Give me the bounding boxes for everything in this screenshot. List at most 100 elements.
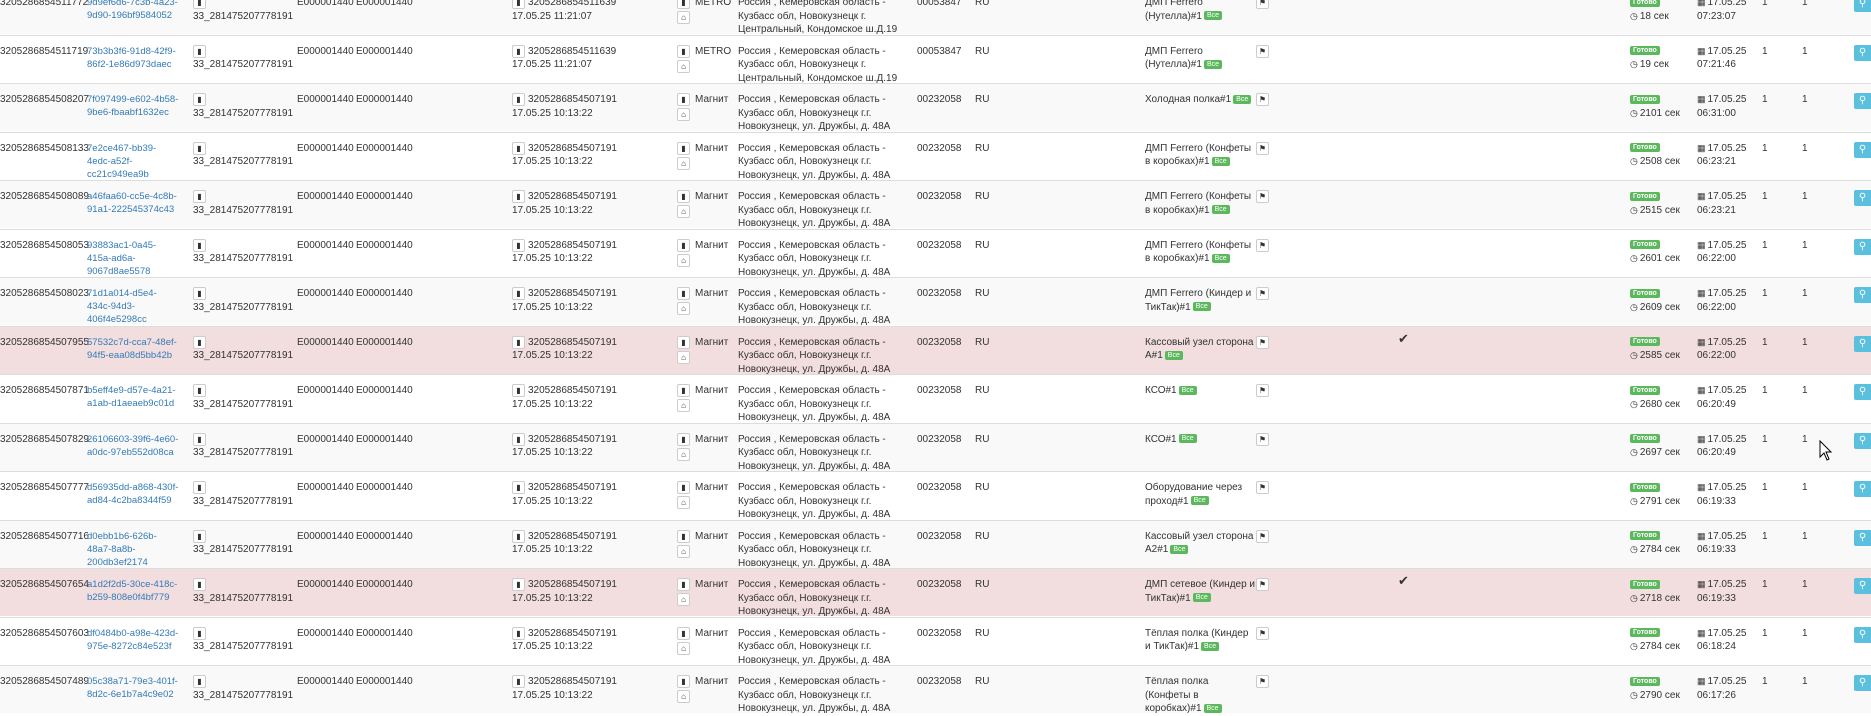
- document-icon[interactable]: ▮: [193, 238, 206, 252]
- home-icon[interactable]: ⌂: [677, 205, 690, 218]
- document-icon[interactable]: ▮: [512, 481, 525, 494]
- document-icon[interactable]: ▮: [193, 190, 206, 203]
- table-row[interactable]: 3205286854508089 a46faa60-cc5e-4c8b-91a1…: [0, 180, 1871, 229]
- document-icon[interactable]: ▮: [512, 384, 525, 397]
- document-icon[interactable]: ▮: [193, 675, 206, 688]
- guid-link[interactable]: 71d1a014-d5e4-434c-94d3-406f4e5298cc: [87, 287, 179, 326]
- document-icon[interactable]: ▮: [512, 141, 525, 155]
- view-button[interactable]: ⚲: [1854, 335, 1871, 352]
- flag-icon[interactable]: ⚑: [1256, 675, 1269, 688]
- document-icon[interactable]: ▮: [677, 190, 690, 203]
- flag-icon[interactable]: ⚑: [1256, 190, 1269, 203]
- view-button[interactable]: ⚲: [1854, 287, 1871, 303]
- table-row[interactable]: 3205286854507871 b5eff4e9-d57e-4a21-a1ab…: [0, 374, 1871, 423]
- flag-icon[interactable]: ⚑: [1256, 432, 1269, 446]
- guid-link[interactable]: b5eff4e9-d57e-4a21-a1ab-d1aeaeb9c01d: [87, 384, 179, 410]
- search-icon[interactable]: ⚲: [1854, 141, 1871, 158]
- document-icon[interactable]: ▮: [193, 335, 206, 349]
- search-icon[interactable]: ⚲: [1854, 432, 1871, 449]
- table-row[interactable]: 3205286854507777 d56935dd-a868-430f-ad84…: [0, 471, 1871, 520]
- guid-link[interactable]: df0484b0-a98e-423d-975e-8272c84e523f: [87, 627, 179, 653]
- home-icon[interactable]: ⌂: [677, 690, 690, 703]
- home-icon[interactable]: ⌂: [677, 447, 690, 461]
- document-icon[interactable]: ▮: [193, 0, 206, 9]
- table-row[interactable]: 3205286854507829 26106603-39f6-4e60-a0dc…: [0, 422, 1871, 472]
- guid-link[interactable]: d0ebb1b6-626b-48a7-8a8b-200db3ef2174: [87, 530, 179, 569]
- home-icon[interactable]: ⌂: [677, 59, 690, 73]
- document-icon[interactable]: ▮: [677, 578, 690, 591]
- document-icon[interactable]: ▮: [677, 93, 690, 106]
- view-button[interactable]: ⚲: [1854, 93, 1871, 109]
- flag-icon[interactable]: ⚑: [1256, 529, 1269, 543]
- view-button[interactable]: ⚲: [1854, 0, 1871, 12]
- document-icon[interactable]: ▮: [193, 93, 206, 106]
- document-icon[interactable]: ▮: [677, 335, 690, 349]
- search-icon[interactable]: ⚲: [1854, 190, 1871, 206]
- flag-icon[interactable]: ⚑: [1256, 287, 1269, 300]
- table-row[interactable]: 3205286854507489 05c38a71-79e3-401f-8d2c…: [0, 665, 1871, 714]
- document-icon[interactable]: ▮: [677, 675, 690, 688]
- view-button[interactable]: ⚲: [1854, 529, 1871, 546]
- home-icon[interactable]: ⌂: [677, 302, 690, 315]
- search-icon[interactable]: ⚲: [1854, 481, 1871, 497]
- home-icon[interactable]: ⌂: [677, 253, 690, 267]
- search-icon[interactable]: ⚲: [1854, 384, 1871, 400]
- flag-icon[interactable]: ⚑: [1256, 93, 1269, 106]
- flag-icon[interactable]: ⚑: [1256, 335, 1269, 349]
- document-icon[interactable]: ▮: [677, 626, 690, 640]
- table-row[interactable]: 3205286854508023 71d1a014-d5e4-434c-94d3…: [0, 277, 1871, 326]
- guid-link[interactable]: 57532c7d-cca7-48ef-94f5-eaa08d5bb42b: [87, 336, 179, 362]
- document-icon[interactable]: ▮: [512, 287, 525, 300]
- document-icon[interactable]: ▮: [193, 384, 206, 397]
- document-icon[interactable]: ▮: [512, 335, 525, 349]
- search-icon[interactable]: ⚲: [1854, 0, 1871, 12]
- guid-link[interactable]: 9d9ef6d6-7c3b-4a23-9d90-196bf9584052: [87, 0, 179, 22]
- document-icon[interactable]: ▮: [677, 481, 690, 494]
- search-icon[interactable]: ⚲: [1854, 578, 1871, 594]
- search-icon[interactable]: ⚲: [1854, 238, 1871, 255]
- table-row[interactable]: 3205286854507955 57532c7d-cca7-48ef-94f5…: [0, 325, 1871, 375]
- flag-icon[interactable]: ⚑: [1256, 578, 1269, 591]
- guid-link[interactable]: 26106603-39f6-4e60-a0dc-97eb552d08ca: [87, 433, 179, 459]
- guid-link[interactable]: a46faa60-cc5e-4c8b-91a1-222545374c43: [87, 190, 179, 216]
- search-icon[interactable]: ⚲: [1854, 287, 1871, 303]
- table-row[interactable]: 3205286854511772 9d9ef6d6-7c3b-4a23-9d90…: [0, 0, 1871, 35]
- view-button[interactable]: ⚲: [1854, 384, 1871, 400]
- view-button[interactable]: ⚲: [1854, 481, 1871, 497]
- table-row[interactable]: 3205286854507716 d0ebb1b6-626b-48a7-8a8b…: [0, 519, 1871, 569]
- flag-icon[interactable]: ⚑: [1256, 0, 1269, 9]
- table-row[interactable]: 3205286854508053 93883ac1-0a45-415a-ad6a…: [0, 228, 1871, 278]
- search-icon[interactable]: ⚲: [1854, 529, 1871, 546]
- search-icon[interactable]: ⚲: [1854, 335, 1871, 352]
- document-icon[interactable]: ▮: [677, 44, 690, 58]
- home-icon[interactable]: ⌂: [677, 350, 690, 364]
- document-icon[interactable]: ▮: [512, 44, 525, 58]
- document-icon[interactable]: ▮: [193, 626, 206, 640]
- home-icon[interactable]: ⌂: [677, 108, 690, 121]
- home-icon[interactable]: ⌂: [677, 641, 690, 655]
- guid-link[interactable]: 73b3b3f6-91d8-42f9-86f2-1e86d973daec: [87, 45, 179, 71]
- view-button[interactable]: ⚲: [1854, 675, 1871, 691]
- flag-icon[interactable]: ⚑: [1256, 141, 1269, 155]
- document-icon[interactable]: ▮: [193, 141, 206, 155]
- view-button[interactable]: ⚲: [1854, 238, 1871, 255]
- document-icon[interactable]: ▮: [512, 93, 525, 106]
- document-icon[interactable]: ▮: [677, 432, 690, 446]
- table-row[interactable]: 3205286854507654 a1d2f2d5-30ce-418c-b259…: [0, 568, 1871, 617]
- document-icon[interactable]: ▮: [677, 0, 690, 9]
- document-icon[interactable]: ▮: [512, 626, 525, 640]
- table-row[interactable]: 3205286854508207 7f097499-e602-4b58-9be6…: [0, 83, 1871, 132]
- document-icon[interactable]: ▮: [193, 481, 206, 494]
- guid-link[interactable]: 93883ac1-0a45-415a-ad6a-9067d8ae5578: [87, 239, 179, 278]
- document-icon[interactable]: ▮: [512, 529, 525, 543]
- document-icon[interactable]: ▮: [512, 0, 525, 9]
- view-button[interactable]: ⚲: [1854, 190, 1871, 206]
- home-icon[interactable]: ⌂: [677, 11, 690, 24]
- view-button[interactable]: ⚲: [1854, 578, 1871, 594]
- document-icon[interactable]: ▮: [677, 287, 690, 300]
- document-icon[interactable]: ▮: [512, 578, 525, 591]
- guid-link[interactable]: d56935dd-a868-430f-ad84-4c2ba8344f59: [87, 481, 179, 507]
- table-row[interactable]: 3205286854511719 73b3b3f6-91d8-42f9-86f2…: [0, 34, 1871, 84]
- document-icon[interactable]: ▮: [677, 384, 690, 397]
- document-icon[interactable]: ▮: [512, 675, 525, 688]
